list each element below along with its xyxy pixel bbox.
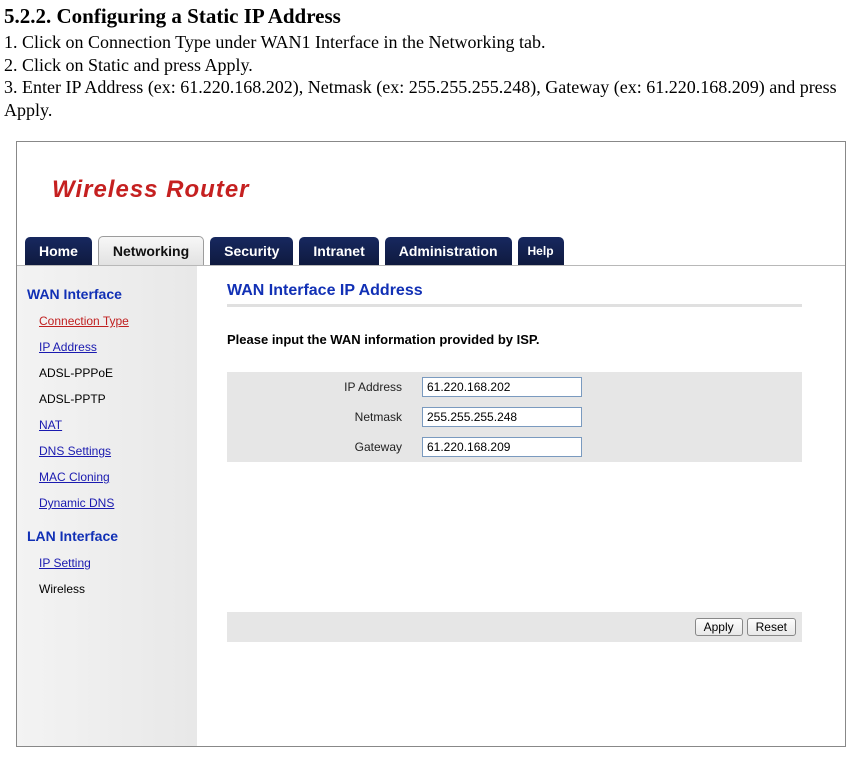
content-instruction: Please input the WAN information provide… [227,332,835,347]
apply-button[interactable]: Apply [695,618,743,636]
sidebar-item-adsl-pptp[interactable]: ADSL-PPTP [39,392,187,406]
label-ip-address: IP Address [227,380,422,394]
router-logo: Wireless Router [52,176,250,204]
tab-administration[interactable]: Administration [385,237,512,265]
form-row-ip-address: IP Address [227,372,802,402]
sidebar-item-adsl-pppoe[interactable]: ADSL-PPPoE [39,366,187,380]
tab-home[interactable]: Home [25,237,92,265]
form-block: IP Address Netmask Gateway [227,372,802,462]
form-row-gateway: Gateway [227,432,802,462]
label-gateway: Gateway [227,440,422,454]
form-row-netmask: Netmask [227,402,802,432]
sidebar-heading-wan: WAN Interface [27,286,187,302]
sidebar: WAN Interface Connection Type IP Address… [17,266,197,746]
sidebar-item-ip-setting[interactable]: IP Setting [39,556,187,570]
sidebar-heading-lan: LAN Interface [27,528,187,544]
sidebar-item-ip-address[interactable]: IP Address [39,340,187,354]
sidebar-item-mac-cloning[interactable]: MAC Cloning [39,470,187,484]
input-ip-address[interactable] [422,377,582,397]
input-gateway[interactable] [422,437,582,457]
content-title-underline [227,304,802,307]
tab-security[interactable]: Security [210,237,293,265]
sidebar-item-dns-settings[interactable]: DNS Settings [39,444,187,458]
button-bar: Apply Reset [227,612,802,642]
sidebar-item-nat[interactable]: NAT [39,418,187,432]
content-title: WAN Interface IP Address [227,282,835,300]
router-header: Wireless Router [17,142,845,237]
sidebar-item-dynamic-dns[interactable]: Dynamic DNS [39,496,187,510]
content-pane: WAN Interface IP Address Please input th… [197,266,845,746]
label-netmask: Netmask [227,410,422,424]
instruction-step-1: 1. Click on Connection Type under WAN1 I… [4,31,857,54]
reset-button[interactable]: Reset [747,618,796,636]
tab-networking[interactable]: Networking [98,236,204,265]
tab-bar: Home Networking Security Intranet Admini… [17,237,845,266]
router-screenshot: Wireless Router Home Networking Security… [16,141,846,747]
body-row: WAN Interface Connection Type IP Address… [17,266,845,746]
tab-intranet[interactable]: Intranet [299,237,378,265]
sidebar-item-connection-type[interactable]: Connection Type [39,314,187,328]
section-heading: 5.2.2. Configuring a Static IP Address [4,4,857,29]
sidebar-item-wireless[interactable]: Wireless [39,582,187,596]
instruction-step-2: 2. Click on Static and press Apply. [4,54,857,77]
input-netmask[interactable] [422,407,582,427]
instruction-step-3: 3. Enter IP Address (ex: 61.220.168.202)… [4,76,857,121]
tab-help[interactable]: Help [518,237,564,265]
